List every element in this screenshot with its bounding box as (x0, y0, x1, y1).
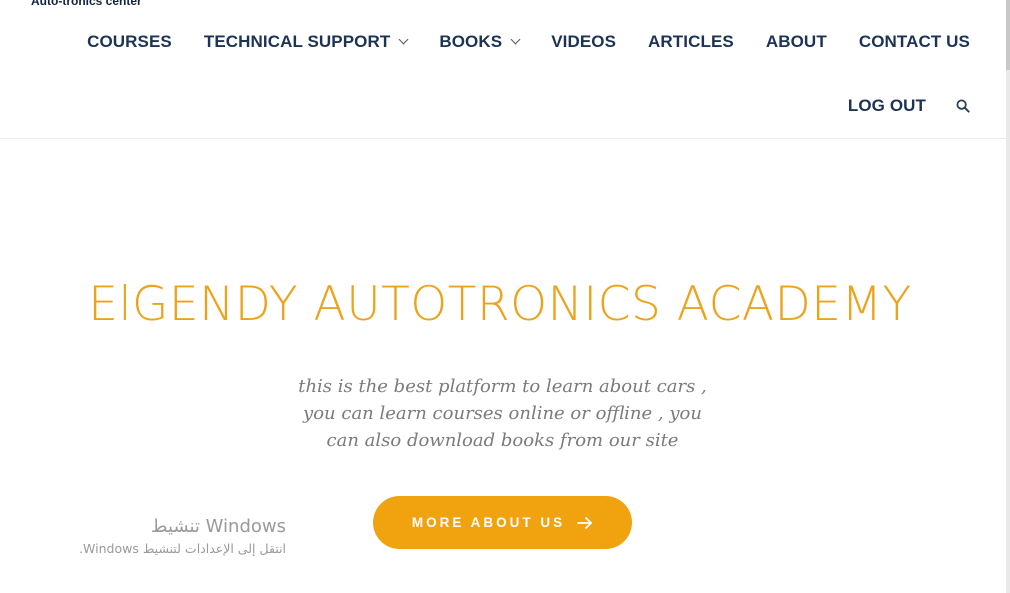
chevron-down-icon (398, 34, 409, 45)
secondary-nav: LOG OUT (848, 96, 970, 116)
nav-item-courses[interactable]: COURSES (87, 32, 172, 52)
site-header: Auto-tronics center COURSES TECHNICAL SU… (0, 0, 1006, 139)
watermark-title: تنشيط Windows (150, 516, 286, 537)
watermark-subtitle: انتقل إلى الإعدادات لتنشيط Windows. (79, 541, 286, 556)
hero-description: this is the best platform to learn about… (298, 376, 707, 451)
main-nav: COURSES TECHNICAL SUPPORT BOOKS VIDEOS A… (87, 32, 970, 52)
nav-label: COURSES (87, 32, 172, 51)
page-scrollbar[interactable] (1006, 0, 1010, 593)
nav-item-technical-support[interactable]: TECHNICAL SUPPORT (203, 32, 409, 52)
nav-label: TECHNICAL SUPPORT (203, 32, 391, 51)
nav-item-articles[interactable]: ARTICLES (648, 32, 734, 52)
cta-label: MORE ABOUT US (411, 515, 566, 530)
hero-title: ElGENDY AUTOTRONICS ACADEMY (88, 277, 912, 332)
nav-label: ARTICLES (648, 32, 734, 51)
nav-item-logout[interactable]: LOG OUT (848, 96, 926, 116)
nav-label: BOOKS (439, 32, 503, 51)
windows-activation-watermark: تنشيط Windows انتقل إلى الإعدادات لتنشيط… (40, 514, 286, 558)
more-about-us-button[interactable]: MORE ABOUT US (373, 496, 632, 549)
nav-item-contact-us[interactable]: CONTACT US (859, 32, 970, 52)
arrow-right-icon (577, 516, 593, 529)
site-brand[interactable]: Auto-tronics center (31, 0, 142, 8)
nav-item-about[interactable]: ABOUT (766, 32, 827, 52)
nav-label: LOG OUT (847, 96, 926, 115)
nav-label: VIDEOS (551, 32, 617, 51)
nav-label: CONTACT US (858, 32, 970, 51)
nav-item-videos[interactable]: VIDEOS (551, 32, 616, 52)
nav-item-books[interactable]: BOOKS (439, 32, 521, 52)
scrollbar-thumb[interactable] (1006, 0, 1010, 70)
chevron-down-icon (510, 34, 521, 45)
nav-label: ABOUT (765, 32, 827, 51)
search-icon[interactable] (956, 99, 970, 113)
page: Auto-tronics center COURSES TECHNICAL SU… (0, 0, 1010, 593)
